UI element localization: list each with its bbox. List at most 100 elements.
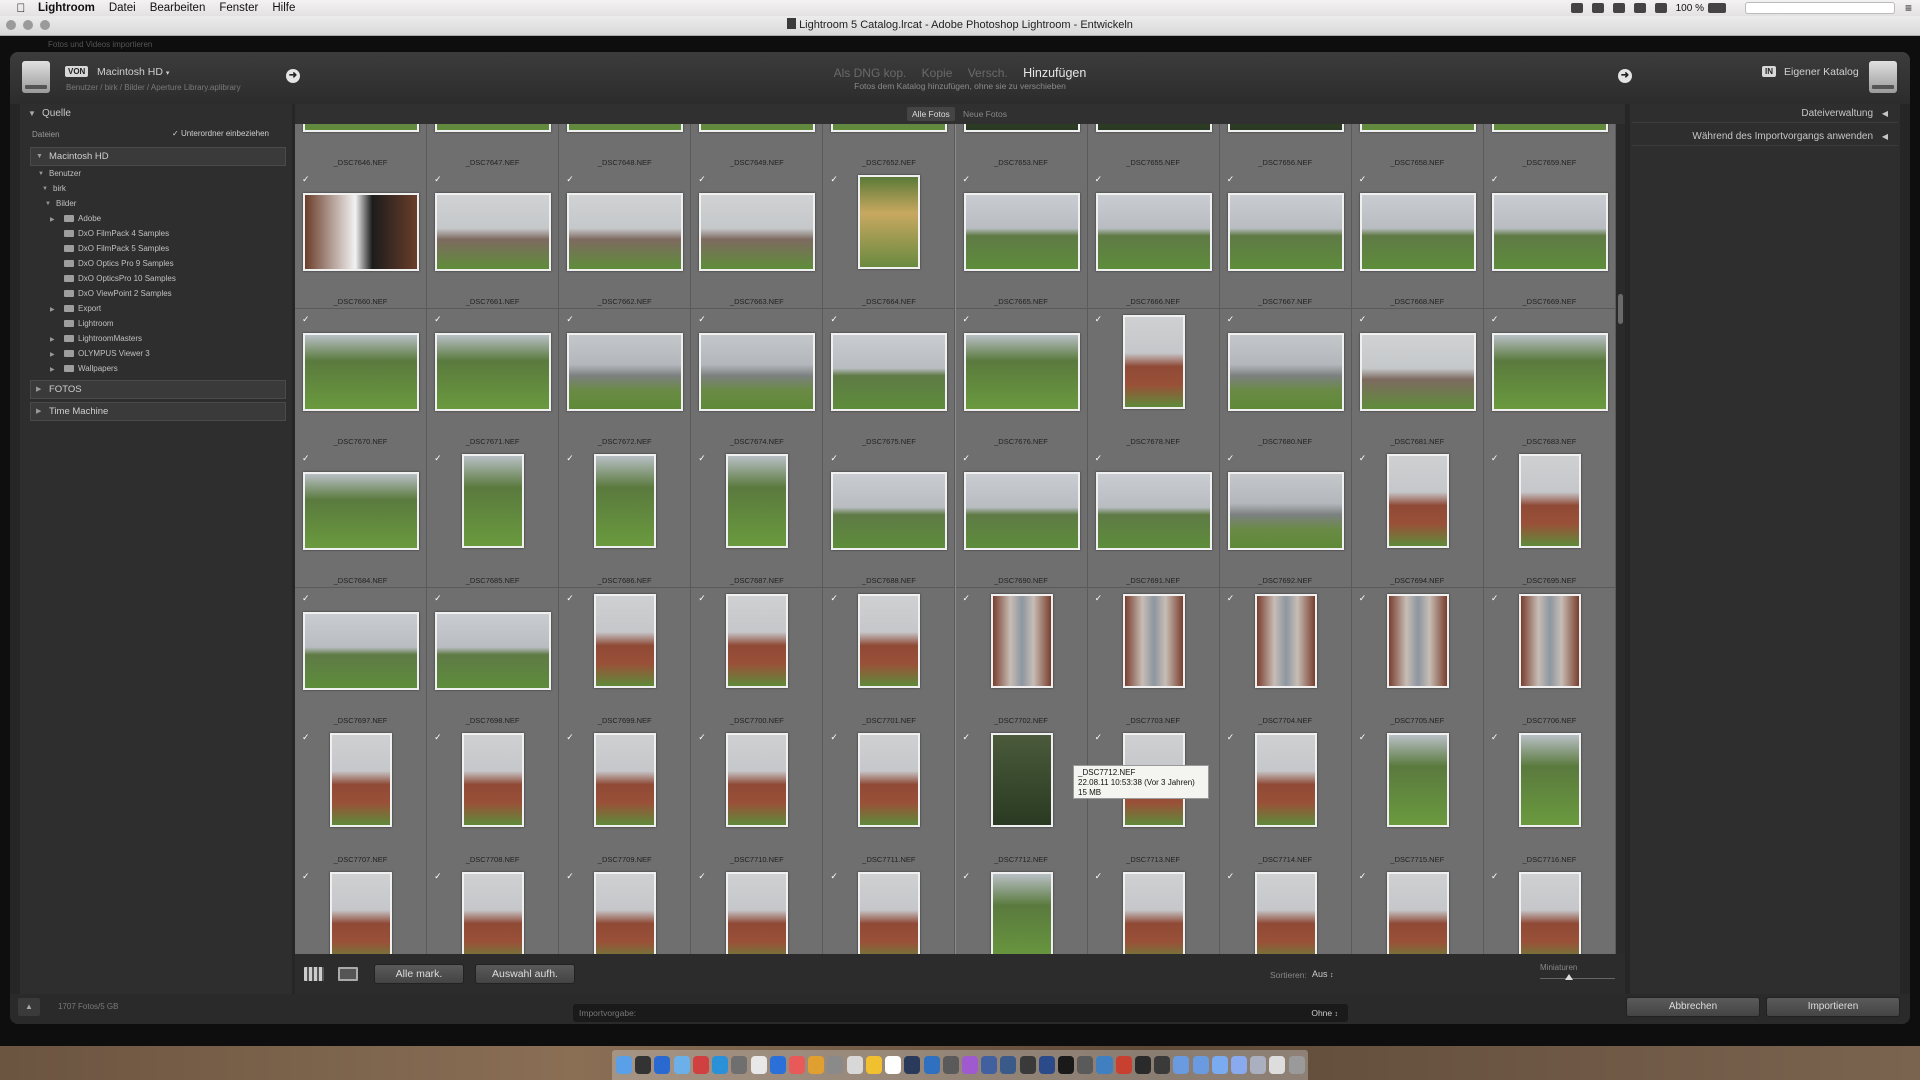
- photo-checkbox[interactable]: ✓: [434, 733, 443, 742]
- photo-cell[interactable]: ✓ _DSC7666.NEF: [1087, 169, 1220, 310]
- mode-add[interactable]: Hinzufügen: [1023, 66, 1086, 80]
- dock-app-icon[interactable]: [1058, 1056, 1075, 1074]
- sort-dropdown[interactable]: Aus ↕: [1312, 969, 1334, 979]
- photo-checkbox[interactable]: ✓: [1359, 454, 1368, 463]
- photo-cell[interactable]: ✓ _DSC7699.NEF: [559, 587, 692, 728]
- photo-checkbox[interactable]: ✓: [1359, 733, 1368, 742]
- photo-checkbox[interactable]: ✓: [830, 175, 839, 184]
- photo-cell[interactable]: ✓ _DSC7671.NEF: [427, 308, 560, 449]
- dock-app-icon[interactable]: [904, 1056, 921, 1074]
- photo-checkbox[interactable]: ✓: [434, 593, 443, 603]
- subfolders-checkbox[interactable]: ✓ Unterordner einbeziehen: [172, 129, 269, 138]
- photo-checkbox[interactable]: ✓: [963, 872, 972, 881]
- photo-checkbox[interactable]: ✓: [1491, 175, 1500, 184]
- photo-cell[interactable]: ✓ _DSC7703.NEF: [1087, 587, 1220, 728]
- dock-app-icon[interactable]: [769, 1056, 786, 1074]
- photo-thumbnail[interactable]: [1518, 733, 1581, 827]
- photo-checkbox[interactable]: ✓: [698, 872, 707, 881]
- photo-cell[interactable]: ✓ _DSC7706.NEF: [1483, 587, 1616, 728]
- tree-benutzer[interactable]: Benutzer: [49, 169, 81, 178]
- photo-cell[interactable]: ✓_DSC7656.NEF: [1219, 124, 1352, 170]
- photo-thumbnail[interactable]: [1386, 872, 1449, 954]
- photo-checkbox[interactable]: ✓: [566, 872, 575, 881]
- photo-thumbnail[interactable]: [303, 193, 419, 272]
- folder-item[interactable]: DxO Optics Pro 9 Samples: [64, 259, 174, 268]
- sync-icon[interactable]: [1633, 3, 1646, 13]
- photo-checkbox[interactable]: ✓: [963, 175, 972, 184]
- photo-checkbox[interactable]: ✓: [566, 454, 575, 463]
- import-preset-bar[interactable]: Importvorgabe: Ohne ↕: [573, 1004, 1348, 1022]
- photo-thumbnail[interactable]: [831, 472, 948, 551]
- scrollbar-thumb[interactable]: [1618, 294, 1623, 324]
- photo-cell[interactable]: ✓ _DSC7669.NEF: [1483, 169, 1616, 310]
- photo-checkbox[interactable]: ✓: [830, 872, 839, 881]
- dropbox-icon[interactable]: [1570, 3, 1583, 13]
- menu-datei[interactable]: Datei: [109, 2, 136, 14]
- dock-app-icon[interactable]: [1154, 1056, 1171, 1074]
- dock-app-icon[interactable]: [1192, 1056, 1209, 1074]
- photo-checkbox[interactable]: ✓: [1227, 175, 1236, 184]
- photo-cell[interactable]: ✓ _DSC7684.NEF: [295, 448, 427, 589]
- photo-checkbox[interactable]: ✓: [1227, 733, 1236, 742]
- photo-cell[interactable]: ✓ _DSC7705.NEF: [1351, 587, 1484, 728]
- photo-checkbox[interactable]: ✓: [1491, 454, 1500, 463]
- photo-checkbox[interactable]: ✓: [1227, 454, 1236, 463]
- photo-checkbox[interactable]: ✓: [1095, 175, 1104, 184]
- triangle-right-icon[interactable]: ▶: [50, 351, 55, 358]
- photo-thumbnail[interactable]: [1095, 124, 1212, 132]
- wifi-icon[interactable]: [1654, 3, 1667, 13]
- photo-checkbox[interactable]: ✓: [1095, 593, 1104, 603]
- photo-checkbox[interactable]: ✓: [830, 593, 839, 603]
- dock-app-icon[interactable]: [1288, 1056, 1305, 1074]
- photo-thumbnail[interactable]: [1227, 193, 1344, 272]
- photo-cell[interactable]: ✓ _DSC7710.NEF: [691, 727, 824, 867]
- zoom-button[interactable]: [40, 20, 50, 30]
- photo-thumbnail[interactable]: [567, 193, 684, 272]
- section-time-machine[interactable]: ▶ Time Machine: [30, 402, 286, 421]
- photo-checkbox[interactable]: ✓: [566, 733, 575, 742]
- photo-checkbox[interactable]: ✓: [1095, 733, 1104, 742]
- photo-checkbox[interactable]: ✓: [302, 175, 311, 184]
- photo-cell[interactable]: ✓ _DSC7711.NEF: [823, 727, 956, 867]
- dock-app-icon[interactable]: [788, 1056, 805, 1074]
- photo-thumbnail[interactable]: [1386, 454, 1449, 549]
- photo-thumbnail[interactable]: [1359, 193, 1476, 272]
- photo-cell[interactable]: ✓ _DSC7661.NEF: [427, 169, 560, 310]
- folder-item[interactable]: DxO OpticsPro 10 Samples: [64, 274, 176, 283]
- photo-thumbnail[interactable]: [990, 593, 1053, 688]
- photo-checkbox[interactable]: ✓: [1227, 314, 1236, 324]
- photo-thumbnail[interactable]: [462, 872, 525, 954]
- dock-app-icon[interactable]: [961, 1056, 978, 1074]
- photo-thumbnail[interactable]: [1359, 332, 1476, 411]
- triangle-right-icon[interactable]: ▶: [50, 306, 55, 313]
- photo-thumbnail[interactable]: [435, 611, 552, 690]
- photo-checkbox[interactable]: ✓: [434, 872, 443, 881]
- timemachine-icon[interactable]: [1591, 3, 1604, 13]
- loupe-view-icon[interactable]: [338, 967, 358, 981]
- photo-thumbnail[interactable]: [726, 733, 789, 827]
- photo-thumbnail[interactable]: [1518, 454, 1581, 549]
- photo-checkbox[interactable]: ✓: [1359, 314, 1368, 324]
- photo-thumbnail[interactable]: [699, 332, 816, 411]
- photo-cell[interactable]: ✓_DSC7649.NEF: [691, 124, 824, 170]
- photo-checkbox[interactable]: ✓: [302, 733, 311, 742]
- photo-cell[interactable]: ✓_DSC7653.NEF: [955, 124, 1088, 170]
- photo-checkbox[interactable]: ✓: [302, 454, 311, 463]
- photo-checkbox[interactable]: ✓: [698, 593, 707, 603]
- photo-thumbnail[interactable]: [1227, 472, 1344, 551]
- file-handling-header[interactable]: Dateiverwaltung ◀: [1801, 108, 1888, 119]
- photo-cell[interactable]: ✓ _DSC7674.NEF: [691, 308, 824, 449]
- section-fotos[interactable]: ▶ FOTOS: [30, 380, 286, 399]
- photo-cell[interactable]: ✓ _DSC7694.NEF: [1351, 448, 1484, 589]
- expand-toggle-button[interactable]: ▲: [18, 998, 40, 1016]
- photo-thumbnail[interactable]: [462, 733, 525, 827]
- menu-hilfe[interactable]: Hilfe: [272, 2, 295, 14]
- dock-app-icon[interactable]: [1269, 1056, 1286, 1074]
- menu-fenster[interactable]: Fenster: [219, 2, 258, 14]
- photo-cell[interactable]: ✓ _DSC7672.NEF: [559, 308, 692, 449]
- folder-item[interactable]: LightroomMasters: [64, 334, 142, 343]
- triangle-icon[interactable]: ▼: [45, 201, 51, 207]
- photo-cell[interactable]: ✓ _DSC7701.NEF: [823, 587, 956, 728]
- photo-thumbnail[interactable]: [1254, 733, 1317, 827]
- photo-cell[interactable]: ✓ _DSC7707.NEF: [295, 727, 427, 867]
